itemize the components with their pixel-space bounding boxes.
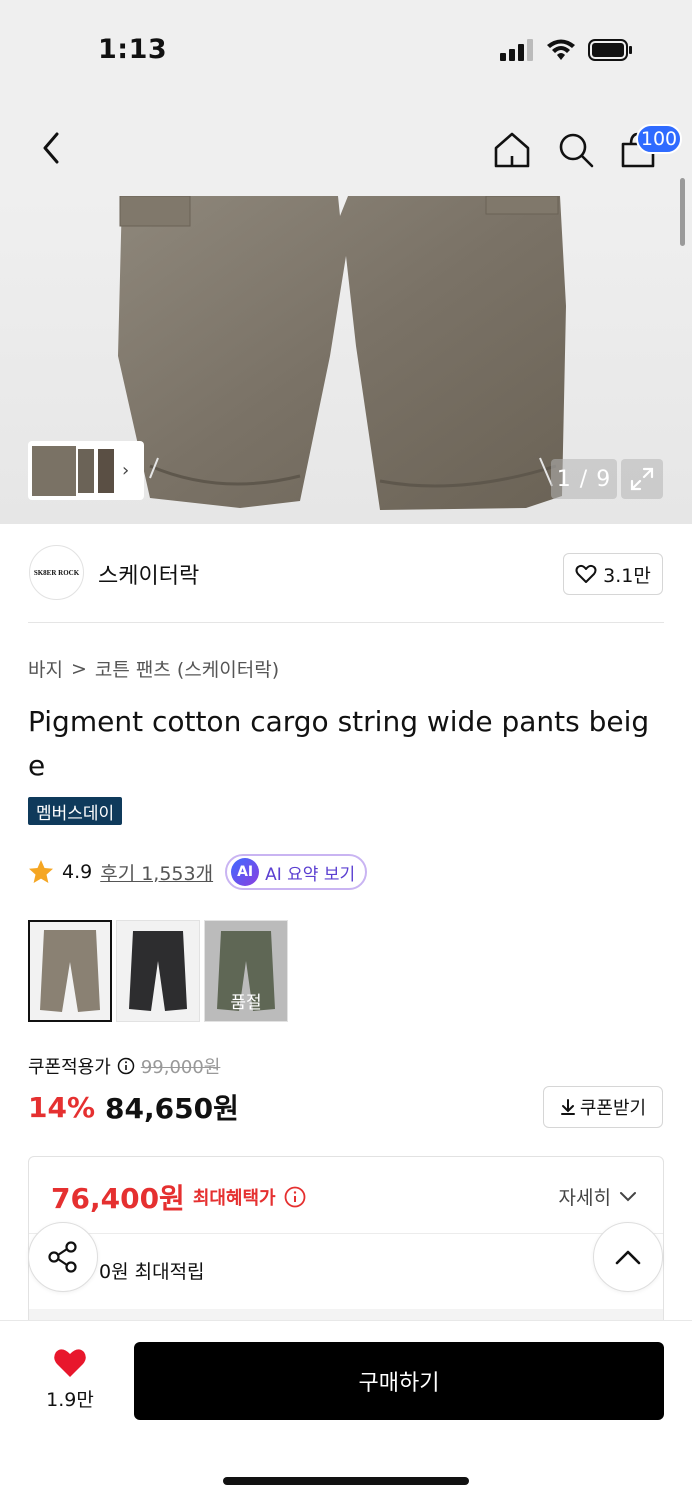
swatch-image [117,921,199,1021]
rating-value: 4.9 [62,861,93,883]
breadcrumb-subcategory[interactable]: 코튼 팬츠 (스케이터락) [95,655,279,682]
wish-button[interactable]: 1.9만 [40,1347,100,1412]
breadcrumb-separator: > [70,657,87,680]
star-icon [29,860,53,883]
rating-row: 4.9 후기 1,553개 AI AI 요약 보기 [28,853,368,891]
swatch-image [30,922,110,1020]
benefit-box: 76,400원 최대혜택가 자세히 0원 최대적립 [28,1156,664,1326]
swatch-khaki[interactable]: 품절 [204,920,288,1022]
discount-rate: 14% [28,1090,96,1124]
get-coupon-label: 쿠폰받기 [579,1098,647,1119]
home-indicator [223,1477,469,1485]
max-benefit-row: 76,400원 최대혜택가 [51,1177,306,1217]
buy-button[interactable]: 구매하기 [134,1342,664,1420]
home-button[interactable] [492,130,532,174]
home-icon [494,132,530,168]
status-time: 1:13 [98,34,168,65]
max-benefit-price: 76,400원 [51,1182,185,1215]
get-coupon-button[interactable]: 쿠폰받기 [543,1086,663,1128]
breadcrumb-category[interactable]: 바지 [28,655,63,682]
signal-icon [500,39,533,61]
search-icon [559,133,594,168]
member-day-badge: 멤버스데이 [28,797,123,825]
wifi-icon [547,39,575,60]
brand-name[interactable]: 스케이터락 [98,558,199,590]
info-icon[interactable] [117,1057,135,1075]
back-button[interactable] [34,130,68,166]
share-button[interactable] [28,1222,98,1292]
thumbnail-image[interactable] [32,445,76,496]
expand-icon [630,467,654,491]
divider [28,622,664,623]
brand-logo[interactable]: SK8ER ROCK [29,545,84,600]
price-row: 14% 84,650원 [28,1087,239,1127]
swatch-beige[interactable] [28,920,112,1022]
breadcrumb: 바지 > 코튼 팬츠 (스케이터락) [28,655,279,682]
brand-like-count: 3.1만 [603,564,651,587]
coupon-price-label: 쿠폰적용가 99,000원 [28,1053,220,1079]
ai-summary-label: AI 요약 보기 [265,864,356,885]
search-button[interactable] [556,130,596,174]
scroll-top-button[interactable] [593,1222,663,1292]
ai-icon: AI [231,858,260,886]
coupon-label-text: 쿠폰적용가 [28,1057,111,1078]
swatch-black[interactable] [116,920,200,1022]
sold-out-label: 품절 [205,921,287,1021]
divider [29,1233,663,1234]
nav-bar [0,100,692,196]
image-counter: 1 / 9 [551,459,617,499]
original-price: 99,000원 [140,1057,221,1078]
bottom-bar: 1.9만 구매하기 [0,1320,692,1500]
chevron-right-icon: › [122,460,130,481]
max-benefit-label: 최대혜택가 [192,1188,276,1209]
chevron-down-icon [620,1191,636,1201]
chevron-left-icon [43,132,59,164]
brand-like-button[interactable]: 3.1만 [563,553,663,595]
max-points: 0원 최대적립 [99,1261,205,1283]
review-link[interactable]: 후기 1,553개 [100,859,213,886]
info-icon[interactable] [284,1186,306,1208]
benefit-detail-toggle[interactable]: 자세히 [559,1183,637,1210]
thumbnail-image[interactable] [78,448,114,493]
heart-outline-icon [575,564,597,583]
status-icons [500,38,634,62]
thumbnail-strip[interactable]: › [28,441,144,500]
ai-summary-button[interactable]: AI AI 요약 보기 [225,854,368,890]
cart-count-badge: 100 [636,124,682,154]
color-swatches: 품절 [28,920,288,1022]
share-icon [48,1241,77,1273]
status-bar: 1:13 [0,0,692,100]
detail-label: 자세히 [558,1187,611,1209]
product-title: Pigment cotton cargo string wide pants b… [28,705,650,782]
chevron-up-icon [615,1250,641,1265]
expand-button[interactable] [621,459,663,499]
wish-count: 1.9만 [46,1389,94,1411]
battery-icon [588,39,632,61]
download-icon [560,1099,575,1115]
final-price: 84,650원 [105,1092,239,1125]
heart-filled-icon [54,1349,86,1377]
scrollbar[interactable] [680,178,685,246]
